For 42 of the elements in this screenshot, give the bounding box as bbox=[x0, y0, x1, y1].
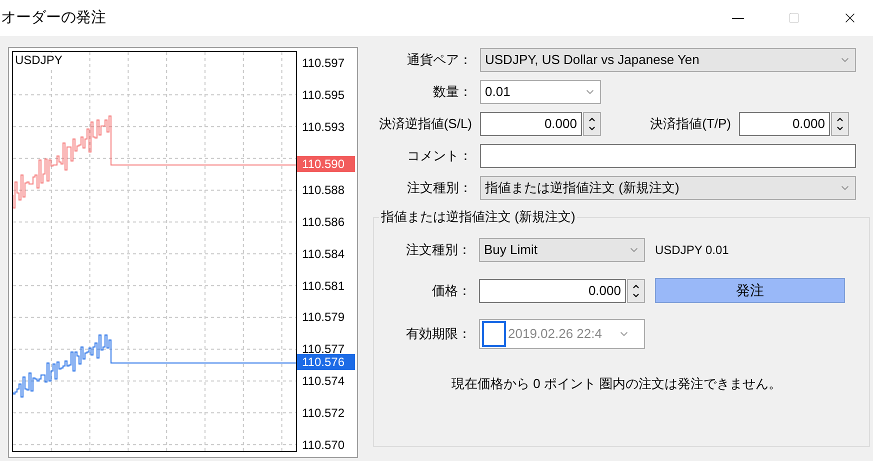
field-label: 決済逆指値(S/L) bbox=[378, 115, 472, 134]
chart-symbol: USDJPY bbox=[15, 53, 62, 67]
field-label: 価格： bbox=[431, 282, 471, 300]
axis-label: 110.595 bbox=[302, 86, 344, 103]
date-value: 2019.02.26 22:4 bbox=[508, 325, 603, 344]
dropdown[interactable]: 0.01 bbox=[480, 80, 601, 104]
number-field[interactable]: 0.000 bbox=[480, 112, 582, 136]
axis-label: 110.574 bbox=[302, 373, 344, 389]
field-label: 通貨ペア： bbox=[406, 51, 472, 70]
axis-label: 110.597 bbox=[302, 55, 344, 71]
price-tag: 110.590 bbox=[297, 156, 355, 172]
window-title: オーダーの発注 bbox=[0, 8, 107, 28]
price-tag: 110.576 bbox=[297, 354, 355, 370]
dropdown[interactable]: USDJPY, US Dollar vs Japanese Yen bbox=[480, 48, 856, 72]
axis-label: 110.584 bbox=[302, 246, 344, 262]
number-field[interactable]: 0.000 bbox=[739, 112, 830, 136]
axis-label: 110.581 bbox=[302, 278, 344, 294]
field-label: 注文種別： bbox=[405, 241, 471, 260]
axis-label: 110.572 bbox=[302, 404, 344, 421]
field-label: 注文種別： bbox=[406, 179, 472, 198]
checkbox[interactable] bbox=[482, 321, 506, 347]
spin-button[interactable] bbox=[583, 112, 601, 136]
order-summary: USDJPY 0.01 bbox=[655, 242, 729, 259]
field-label: 決済指値(T/P) bbox=[649, 115, 731, 134]
axis-label: 110.570 bbox=[302, 436, 344, 453]
comment-field[interactable] bbox=[480, 144, 856, 168]
group-title: 指値または逆指値注文 (新規注文) bbox=[379, 208, 578, 225]
axis-label: 110.588 bbox=[302, 182, 344, 198]
number-field[interactable]: 0.000 bbox=[479, 278, 626, 302]
dropdown[interactable]: Buy Limit bbox=[479, 238, 645, 262]
field-label: 数量： bbox=[432, 83, 472, 102]
notice-text: 現在価格から 0 ポイント 圏内の注文は発注できません。 bbox=[450, 375, 783, 393]
field-label: 有効期限： bbox=[405, 325, 471, 344]
spin-button[interactable] bbox=[831, 112, 849, 136]
axis-label: 110.579 bbox=[302, 309, 344, 326]
spin-button[interactable] bbox=[627, 278, 645, 302]
dropdown[interactable]: 指値または逆指値注文 (新規注文) bbox=[480, 176, 856, 200]
place-order-button[interactable]: 発注 bbox=[655, 278, 845, 303]
axis-label: 110.586 bbox=[302, 214, 344, 230]
axis-label: 110.593 bbox=[302, 118, 344, 135]
maximize-icon bbox=[788, 12, 800, 24]
field-label: コメント： bbox=[406, 147, 472, 166]
